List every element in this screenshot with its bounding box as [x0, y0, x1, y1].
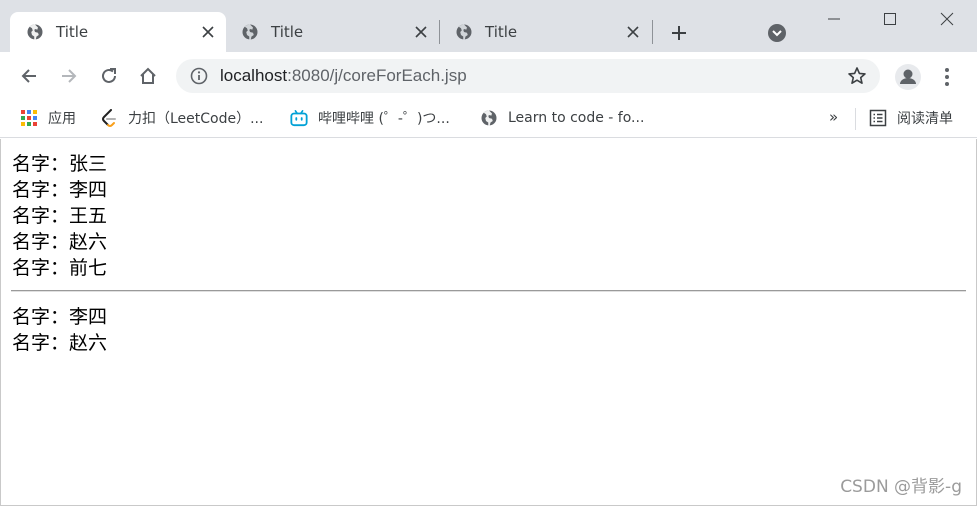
bookmark-bilibili[interactable]: 哔哩哔哩 (゜-゜)つ... — [290, 106, 450, 130]
reading-list-label: 阅读清单 — [897, 111, 953, 127]
reading-list-button[interactable]: 阅读清单 — [869, 106, 953, 130]
browser-toolbar: localhost:8080/j/coreForEach.jsp — [0, 52, 977, 100]
maximize-button[interactable] — [875, 6, 905, 32]
bookmark-star-button[interactable] — [846, 65, 868, 87]
minimize-icon — [828, 18, 840, 20]
url-path: :8080/j/coreForEach.jsp — [287, 66, 467, 85]
bookmark-apps[interactable]: 应用 — [20, 106, 76, 130]
apps-grid-icon — [20, 109, 38, 127]
plus-icon — [672, 26, 686, 40]
url-host: localhost — [220, 66, 288, 85]
bookmarks-bar: 应用 力扣（LeetCode）... 哔哩哔哩 (゜-゜)つ... Learn … — [0, 100, 977, 138]
close-icon — [940, 12, 954, 26]
forward-button[interactable] — [55, 62, 83, 90]
tab-separator — [652, 20, 653, 44]
close-icon[interactable] — [623, 22, 643, 42]
bookmarks-overflow-button[interactable]: » — [829, 108, 838, 126]
bookmark-label: 应用 — [48, 111, 76, 127]
back-button[interactable] — [15, 62, 43, 90]
globe-icon — [27, 24, 43, 40]
home-icon — [140, 67, 156, 84]
star-icon — [848, 67, 866, 84]
arrow-right-icon — [62, 69, 77, 83]
name-line: 名字：赵六 — [12, 231, 108, 253]
tab-2[interactable]: Title — [225, 12, 439, 52]
arrow-left-icon — [21, 69, 36, 83]
watermark: CSDN @背影-g — [840, 477, 962, 497]
reload-button[interactable] — [95, 62, 123, 90]
bookmark-learn-to-code[interactable]: Learn to code - fo... — [480, 106, 644, 130]
close-icon[interactable] — [411, 22, 431, 42]
tab-search-button[interactable] — [766, 22, 788, 44]
bookmarks-separator — [855, 108, 856, 130]
maximize-icon — [884, 13, 896, 25]
globe-icon — [242, 24, 258, 40]
globe-icon — [480, 109, 498, 127]
info-icon[interactable] — [190, 67, 208, 85]
chevron-down-icon — [768, 24, 786, 42]
tab-3[interactable]: Title — [439, 12, 651, 52]
tab-title: Title — [485, 23, 518, 41]
new-tab-button[interactable] — [666, 20, 692, 46]
tab-strip: Title Title Title — [0, 0, 977, 52]
bookmark-label: 力扣（LeetCode）... — [128, 111, 264, 127]
horizontal-rule — [11, 290, 966, 292]
home-button[interactable] — [134, 62, 162, 90]
globe-icon — [456, 24, 472, 40]
minimize-button[interactable] — [819, 6, 849, 32]
avatar-icon — [895, 64, 921, 90]
reload-icon — [102, 68, 116, 83]
name-line: 名字：张三 — [12, 153, 108, 175]
close-icon[interactable] — [198, 22, 218, 42]
tab-1[interactable]: Title — [10, 12, 226, 52]
name-line: 名字：赵六 — [12, 332, 108, 354]
name-line: 名字：王五 — [12, 205, 108, 227]
tab-title: Title — [271, 23, 304, 41]
bookmark-leetcode[interactable]: 力扣（LeetCode）... — [100, 106, 263, 130]
bookmark-label: Learn to code - fo... — [508, 110, 645, 126]
window-close-button[interactable] — [932, 6, 962, 32]
name-line: 名字：李四 — [12, 179, 108, 201]
leetcode-icon — [100, 109, 118, 127]
profile-button[interactable] — [893, 62, 923, 92]
url-text[interactable]: localhost:8080/j/coreForEach.jsp — [220, 66, 846, 86]
bilibili-icon — [290, 109, 308, 127]
reading-list-icon — [869, 109, 887, 127]
bookmark-label: 哔哩哔哩 (゜-゜)つ... — [318, 111, 450, 127]
name-line: 名字：前七 — [12, 257, 108, 279]
page-content: 名字：张三 名字：李四 名字：王五 名字：赵六 名字：前七 名字：李四 名字：赵… — [0, 139, 977, 506]
menu-button[interactable] — [937, 65, 957, 89]
name-line: 名字：李四 — [12, 306, 108, 328]
address-bar[interactable]: localhost:8080/j/coreForEach.jsp — [176, 59, 880, 93]
tab-title: Title — [56, 23, 89, 41]
more-vert-icon — [945, 68, 949, 86]
